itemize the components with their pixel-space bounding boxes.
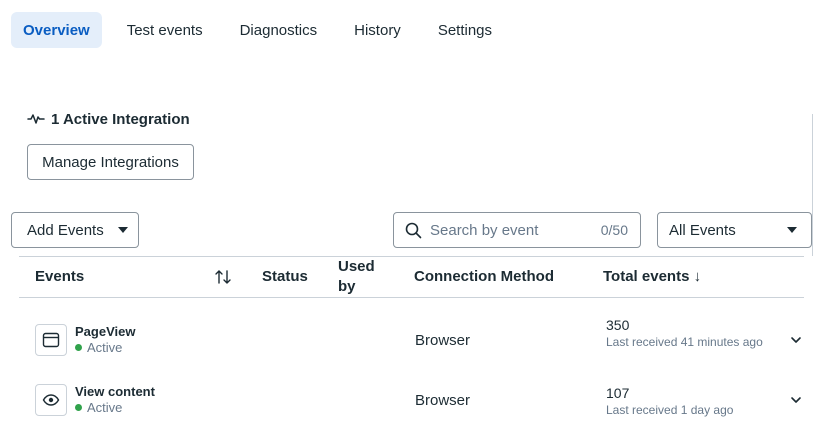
chevron-down-icon[interactable]	[788, 392, 804, 408]
caret-down-icon	[787, 227, 797, 233]
table-row[interactable]: PageView Active Browser 350 Last receive…	[19, 316, 804, 368]
connection-method: Browser	[415, 392, 471, 409]
add-events-button[interactable]: Add Events	[11, 212, 139, 248]
tab-settings[interactable]: Settings	[426, 12, 504, 48]
tab-test-events[interactable]: Test events	[115, 12, 215, 48]
event-status-label: Active	[87, 340, 123, 355]
add-events-label: Add Events	[27, 221, 104, 239]
search-input[interactable]	[430, 221, 597, 239]
chevron-down-icon[interactable]	[788, 332, 804, 348]
integration-heading: 1 Active Integration	[27, 110, 190, 128]
table-row[interactable]: View content Active Browser 107 Last rec…	[19, 384, 804, 422]
pulse-icon	[27, 110, 45, 128]
tab-overview[interactable]: Overview	[11, 12, 102, 48]
event-status: Active	[75, 340, 122, 355]
event-name: PageView	[75, 324, 136, 339]
total-events-count: 107	[606, 385, 630, 401]
column-header-events: Events	[35, 268, 85, 285]
table-top-border	[19, 256, 804, 257]
event-filter-value: All Events	[669, 221, 736, 239]
sort-icon[interactable]	[214, 268, 232, 286]
search-icon	[405, 222, 422, 239]
column-header-used-by-line2: by	[338, 278, 356, 295]
manage-integrations-button[interactable]: Manage Integrations	[27, 144, 194, 180]
connection-method: Browser	[415, 332, 471, 349]
event-filter-select[interactable]: All Events	[657, 212, 812, 248]
browser-window-icon	[35, 324, 67, 356]
event-status: Active	[75, 400, 122, 415]
section-divider	[812, 114, 813, 256]
search-char-counter: 0/50	[600, 222, 628, 238]
caret-down-icon	[117, 227, 128, 233]
search-box[interactable]: 0/50	[393, 212, 641, 248]
last-received: Last received 41 minutes ago	[606, 335, 763, 349]
column-header-status: Status	[262, 268, 308, 285]
eye-icon	[35, 384, 67, 416]
tab-diagnostics[interactable]: Diagnostics	[228, 12, 330, 48]
total-events-count: 350	[606, 317, 630, 333]
column-header-used-by: Used by	[338, 257, 375, 297]
column-header-used-by-line1: Used	[338, 258, 375, 275]
event-status-label: Active	[87, 400, 123, 415]
integration-title: 1 Active Integration	[51, 110, 190, 128]
tab-history[interactable]: History	[342, 12, 413, 48]
column-header-connection-method: Connection Method	[414, 268, 554, 285]
last-received: Last received 1 day ago	[606, 403, 734, 417]
event-name: View content	[75, 384, 155, 399]
status-dot	[75, 404, 82, 411]
status-dot	[75, 344, 82, 351]
table-header-border	[19, 297, 804, 298]
tab-bar: Overview Test events Diagnostics History…	[11, 12, 517, 48]
column-header-total-events[interactable]: Total events ↓	[603, 267, 701, 287]
